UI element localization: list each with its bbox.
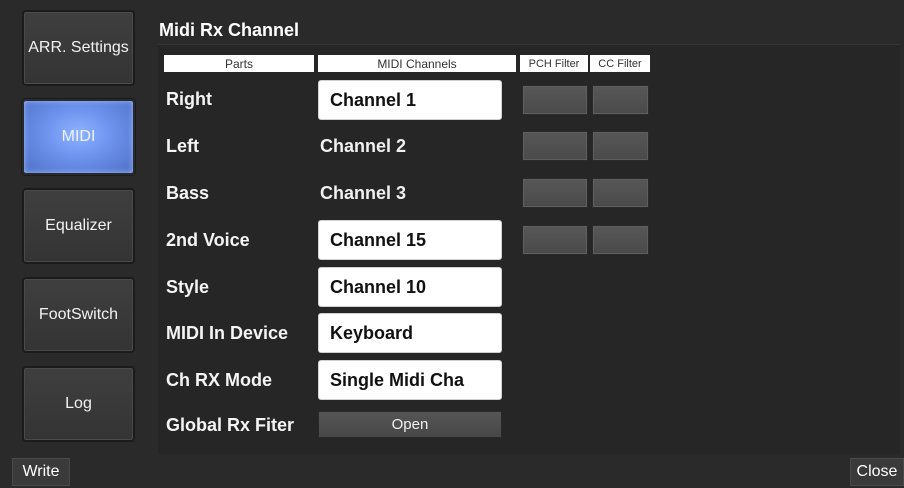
- pch-filter-toggle-right[interactable]: [522, 85, 588, 115]
- sidebar-item-arr-settings[interactable]: ARR. Settings: [22, 10, 135, 86]
- channel-value-bass: Channel 3: [320, 183, 407, 203]
- header-cc-filter: CC Filter: [590, 55, 650, 72]
- row-label-2nd-voice: 2nd Voice: [166, 230, 250, 250]
- header-pch-filter: PCH Filter: [520, 55, 588, 72]
- cc-filter-toggle-bass[interactable]: [592, 178, 649, 208]
- row-label-right: Right: [166, 89, 212, 109]
- pch-filter-toggle-left[interactable]: [522, 131, 588, 161]
- row-label-ch-rx-mode: Ch RX Mode: [166, 370, 272, 390]
- global-rx-filter-button[interactable]: Open: [318, 411, 502, 438]
- ch-rx-mode-select[interactable]: Single Midi Cha: [318, 360, 502, 400]
- sidebar-item-midi[interactable]: MIDI: [22, 99, 135, 175]
- sidebar-item-footswitch[interactable]: FootSwitch: [22, 277, 135, 353]
- pch-filter-toggle-2nd-voice[interactable]: [522, 225, 588, 255]
- header-parts: Parts: [164, 55, 314, 72]
- channel-select-right[interactable]: Channel 1: [318, 80, 502, 120]
- row-label-style: Style: [166, 277, 210, 297]
- sidebar-item-equalizer[interactable]: Equalizer: [22, 188, 135, 264]
- row-label-bass: Bass: [166, 183, 210, 203]
- channel-select-2nd-voice[interactable]: Channel 15: [318, 220, 502, 260]
- channel-select-style[interactable]: Channel 10: [318, 267, 502, 307]
- sidebar-item-label: MIDI: [61, 128, 96, 145]
- close-button[interactable]: Close: [850, 458, 904, 486]
- sidebar-item-label: Equalizer: [45, 217, 112, 234]
- sidebar-item-label: FootSwitch: [38, 306, 119, 323]
- sidebar-item-label: Log: [65, 395, 92, 412]
- channel-value-left: Channel 2: [320, 136, 407, 156]
- midi-in-device-select[interactable]: Keyboard: [318, 313, 502, 353]
- pch-filter-toggle-bass[interactable]: [522, 178, 588, 208]
- cc-filter-toggle-left[interactable]: [592, 131, 649, 161]
- row-label-midi-in-device: MIDI In Device: [166, 323, 289, 343]
- write-button[interactable]: Write: [12, 458, 70, 486]
- row-label-left: Left: [166, 136, 199, 156]
- header-midi-channels: MIDI Channels: [318, 55, 516, 72]
- cc-filter-toggle-2nd-voice[interactable]: [592, 225, 649, 255]
- sidebar-item-log[interactable]: Log: [22, 366, 135, 442]
- sidebar-item-label: ARR. Settings: [28, 39, 129, 56]
- cc-filter-toggle-right[interactable]: [592, 85, 649, 115]
- row-label-global-rx-filter: Global Rx Fiter: [166, 415, 295, 435]
- page-title: Midi Rx Channel: [159, 20, 300, 40]
